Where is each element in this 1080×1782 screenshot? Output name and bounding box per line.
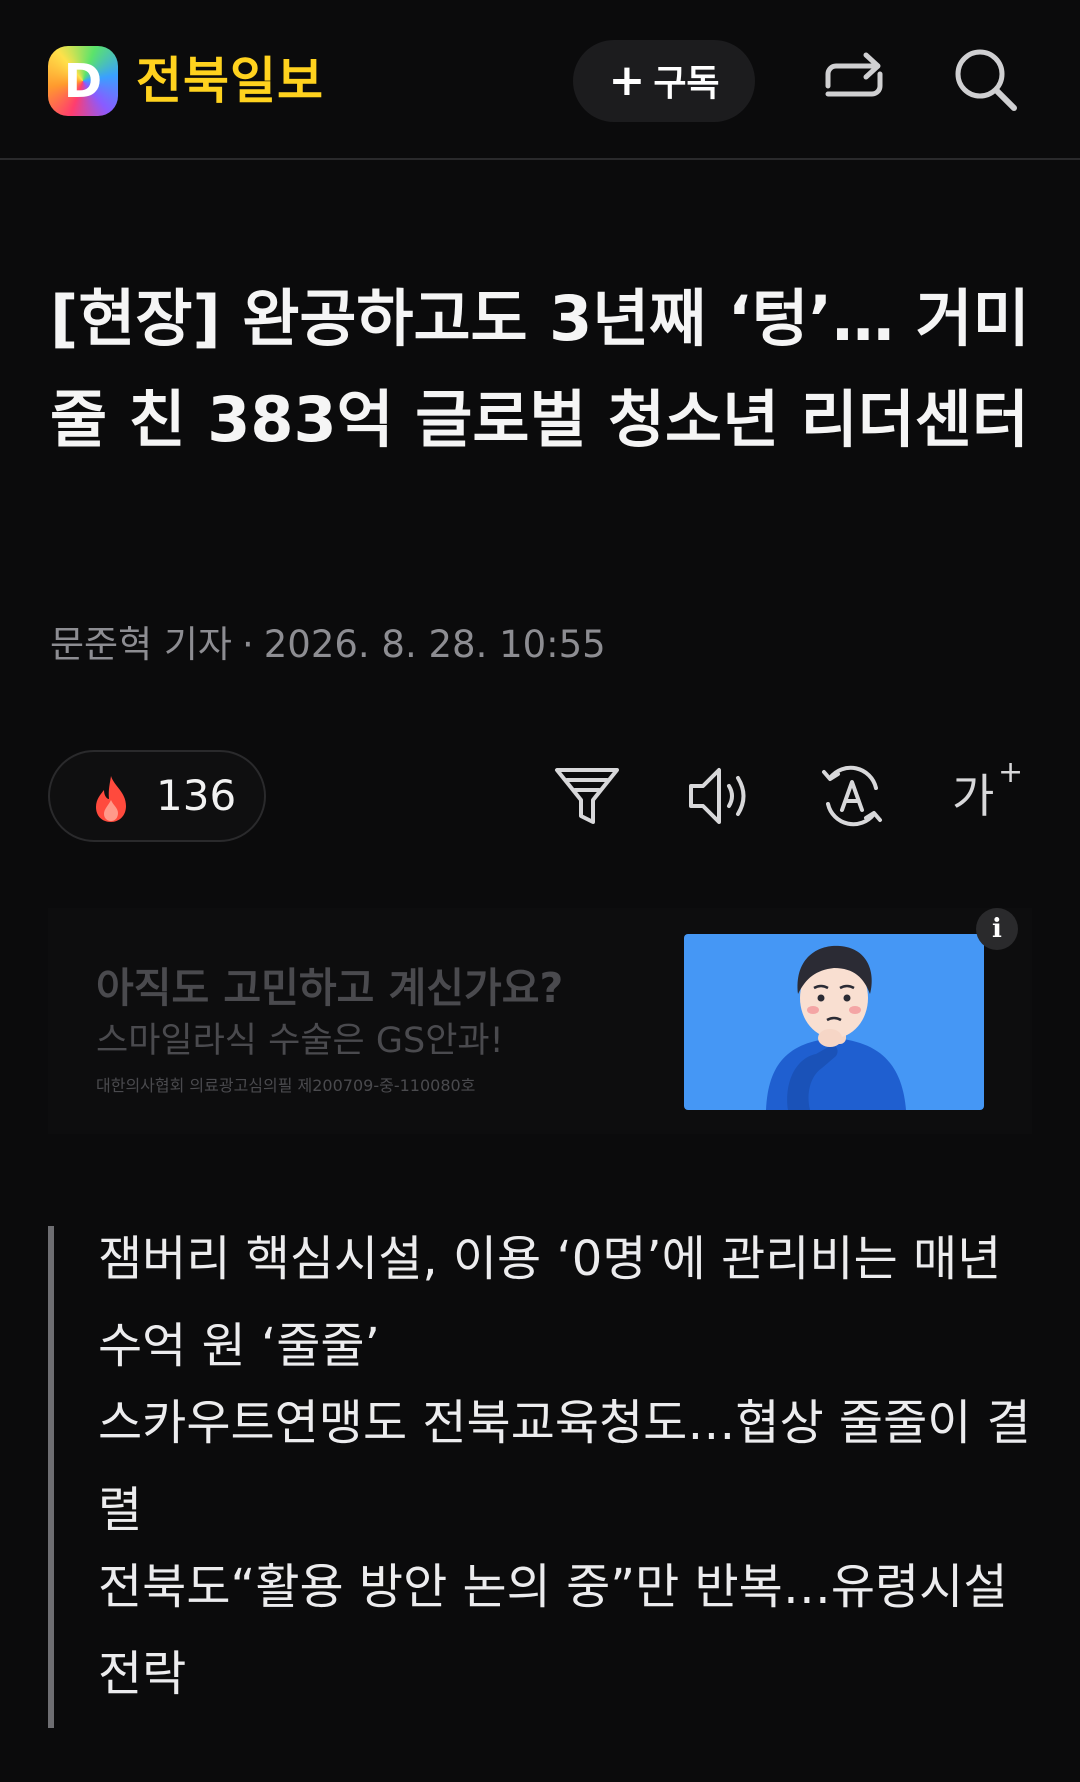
logo-icon[interactable]: D (48, 46, 118, 116)
search-button[interactable] (946, 40, 1026, 120)
ad-banner[interactable]: 아직도 고민하고 계신가요? 스마일라식 수술은 GS안과! 대한의사협회 의료… (48, 908, 1032, 1134)
speaker-icon (689, 768, 746, 824)
summary-quote-bar (48, 1226, 54, 1728)
ad-image[interactable] (684, 934, 984, 1110)
author-name[interactable]: 문준혁 기자 (50, 623, 232, 666)
article-headline: [현장] 완공하고도 3년째 ‘텅’… 거미줄 친 383억 글로벌 청소년 리… (50, 282, 1030, 456)
reaction-button[interactable]: 136 (48, 750, 266, 842)
subscribe-label: 구독 (653, 63, 720, 104)
brand-name[interactable]: 전북일보 (136, 46, 324, 116)
listen-button[interactable] (683, 758, 759, 834)
plus-icon: + (608, 55, 646, 106)
translate-button[interactable] (814, 758, 890, 834)
byline-separator: · (241, 623, 254, 666)
summary-line: 전북도“활용 방안 논의 중”만 반복…유령시설 전락 (98, 1559, 1008, 1702)
top-bar: D 전북일보 + 구독 (0, 0, 1080, 160)
info-icon[interactable]: i (976, 908, 1018, 950)
reaction-count: 136 (156, 771, 237, 820)
filter-icon (555, 768, 619, 824)
publish-datetime: 2026. 8. 28. 10:55 (263, 623, 606, 666)
summary-lines: 잼버리 핵심시설, 이용 ‘0명’에 관리비는 매년 수억 원 ‘줄줄’ 스카우… (98, 1226, 1032, 1718)
byline: 문준혁 기자 · 2026. 8. 28. 10:55 (50, 620, 606, 670)
logo-letter: D (63, 54, 103, 108)
fire-icon (96, 776, 126, 822)
search-icon (955, 49, 1017, 111)
ad-subtitle: 스마일라식 수술은 GS안과! (96, 1021, 504, 1061)
summary-line: 잼버리 핵심시설, 이용 ‘0명’에 관리비는 매년 수억 원 ‘줄줄’ (98, 1231, 1002, 1374)
summary-line: 스카우트연맹도 전북교육청도…협상 줄줄이 결렬 (98, 1395, 1031, 1538)
font-size-button[interactable]: 가 + (946, 755, 1024, 834)
translate-icon (822, 765, 882, 827)
article-summary: 잼버리 핵심시설, 이용 ‘0명’에 관리비는 매년 수억 원 ‘줄줄’ 스카우… (48, 1226, 1032, 1728)
ad-legal-notice: 대한의사협회 의료광고심의필 제200709-중-110080호 (96, 1076, 476, 1095)
subscribe-button[interactable]: + 구독 (573, 40, 755, 122)
share-button[interactable] (814, 40, 894, 120)
font-size-icon: 가 (952, 769, 995, 823)
ad-title: 아직도 고민하고 계신가요? (96, 964, 564, 1012)
thinking-person-illustration (766, 945, 906, 1110)
share-icon (825, 52, 883, 97)
filter-button[interactable] (549, 758, 625, 834)
font-size-plus: + (998, 755, 1024, 790)
